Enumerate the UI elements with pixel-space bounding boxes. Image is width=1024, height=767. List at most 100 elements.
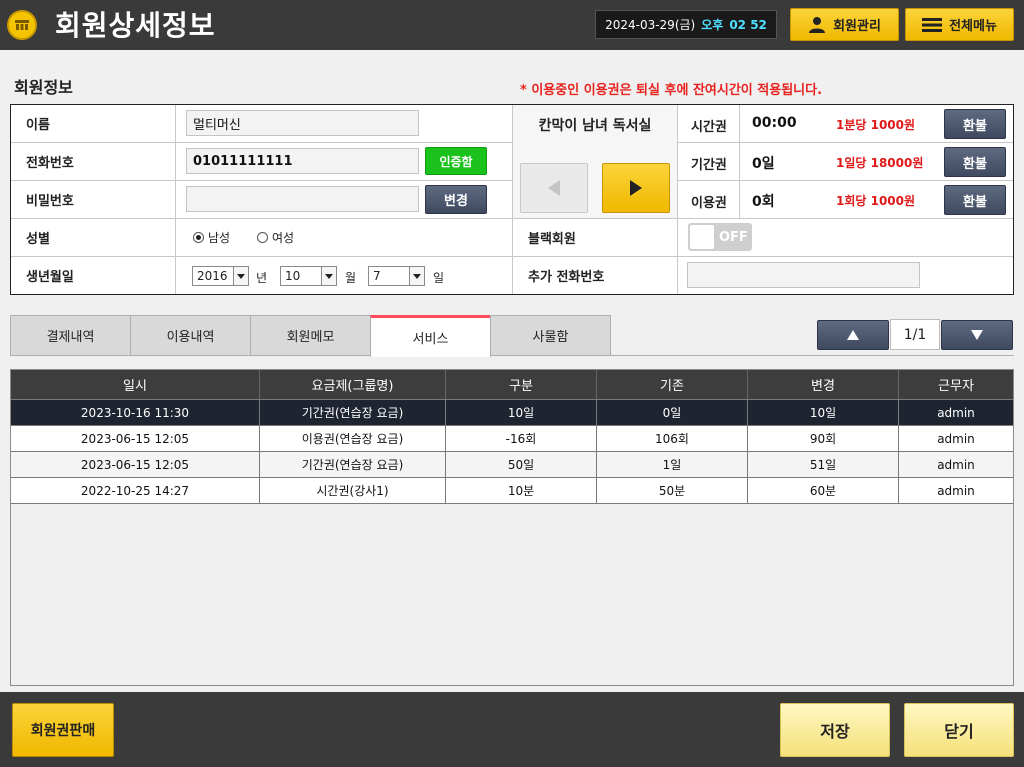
close-button[interactable]: 닫기 bbox=[904, 703, 1014, 757]
password-field[interactable] bbox=[186, 186, 419, 212]
member-management-label: 회원관리 bbox=[833, 19, 881, 34]
table-row[interactable]: 2023-06-15 12:05 이용권(연습장 요금) -16회 106회 9… bbox=[11, 426, 1013, 452]
password-label: 비밀번호 bbox=[11, 181, 175, 218]
name-label: 이름 bbox=[11, 105, 175, 142]
table-cell: 50분 bbox=[597, 478, 748, 503]
table-cell: 50일 bbox=[446, 452, 597, 477]
table-cell: 1일 bbox=[597, 452, 748, 477]
ticket-period-value: 0일 bbox=[752, 156, 775, 172]
hamburger-icon bbox=[922, 17, 943, 32]
tab-payment-history[interactable]: 결제내역 bbox=[10, 315, 131, 356]
table-cell: 90회 bbox=[748, 426, 899, 451]
table-row[interactable]: 2022-10-25 14:27 시간권(강사1) 10분 50분 60분 ad… bbox=[11, 478, 1013, 504]
toggle-knob bbox=[690, 225, 714, 249]
verify-button[interactable]: 인증함 bbox=[425, 147, 487, 175]
chevron-down-icon bbox=[409, 267, 424, 285]
table-cell: 0일 bbox=[597, 400, 748, 425]
arrow-right-icon bbox=[630, 180, 642, 196]
column-header[interactable]: 변경 bbox=[748, 370, 899, 399]
prev-room-button[interactable] bbox=[520, 163, 588, 213]
all-menu-button[interactable]: 전체메뉴 bbox=[905, 8, 1014, 41]
ticket-usage-price: 1회당 1000원 bbox=[836, 194, 916, 208]
table-row[interactable]: 2023-10-16 11:30 기간권(연습장 요금) 10일 0일 10일 … bbox=[11, 400, 1013, 426]
clock-time: 02 52 bbox=[729, 17, 767, 32]
birth-day-unit: 일 bbox=[433, 271, 445, 285]
birth-year-unit: 년 bbox=[256, 271, 268, 285]
table-cell: 10일 bbox=[748, 400, 899, 425]
column-header[interactable]: 구분 bbox=[446, 370, 597, 399]
page-indicator: 1/1 bbox=[890, 319, 940, 350]
sell-membership-button[interactable]: 회원권판매 bbox=[12, 703, 114, 757]
ticket-usage-value: 0회 bbox=[752, 194, 775, 210]
birth-year-select[interactable]: 2016 bbox=[192, 266, 249, 286]
column-header[interactable]: 기존 bbox=[597, 370, 748, 399]
blacklist-toggle[interactable]: OFF bbox=[688, 223, 752, 251]
phone-field[interactable]: 01011111111 bbox=[186, 148, 419, 174]
birth-month-value: 10 bbox=[285, 269, 301, 283]
arrow-down-icon bbox=[971, 330, 983, 340]
page-title: 회원상세정보 bbox=[55, 9, 216, 42]
page-down-button[interactable] bbox=[941, 320, 1013, 350]
all-menu-label: 전체메뉴 bbox=[949, 19, 997, 34]
clock-date: 2024-03-29(금) bbox=[605, 18, 696, 32]
arrow-up-icon bbox=[847, 330, 859, 340]
person-icon bbox=[809, 16, 826, 33]
tab-locker[interactable]: 사물함 bbox=[490, 315, 611, 356]
gender-male-label: 남성 bbox=[208, 231, 231, 245]
member-info-panel: 이름 전화번호 비밀번호 성별 생년월일 멀티머신 01011111111 인증… bbox=[10, 104, 1014, 295]
divider bbox=[175, 105, 176, 294]
table-cell: 기간권(연습장 요금) bbox=[260, 400, 446, 425]
blacklist-label: 블랙회원 bbox=[513, 219, 677, 256]
table-cell: -16회 bbox=[446, 426, 597, 451]
extra-phone-field[interactable] bbox=[687, 262, 920, 288]
gender-male-radio[interactable]: 남성 bbox=[193, 229, 230, 246]
column-header[interactable]: 근무자 bbox=[899, 370, 1013, 399]
gender-female-radio[interactable]: 여성 bbox=[257, 229, 294, 246]
table-cell: 시간권(강사1) bbox=[260, 478, 446, 503]
table-cell: 기간권(연습장 요금) bbox=[260, 452, 446, 477]
next-room-button[interactable] bbox=[602, 163, 670, 213]
refund-time-button[interactable]: 환불 bbox=[944, 109, 1006, 139]
table-header: 일시 요금제(그룹명) 구분 기존 변경 근무자 bbox=[11, 370, 1013, 400]
tab-service[interactable]: 서비스 bbox=[370, 315, 491, 357]
table-cell: 51일 bbox=[748, 452, 899, 477]
coin-logo-icon bbox=[7, 10, 37, 40]
ticket-usage-name: 이용권 bbox=[691, 196, 727, 211]
clock-ampm: 오후 bbox=[701, 18, 724, 32]
change-password-button[interactable]: 변경 bbox=[425, 185, 487, 214]
birth-day-value: 7 bbox=[373, 269, 381, 283]
name-field[interactable]: 멀티머신 bbox=[186, 110, 419, 136]
divider bbox=[739, 105, 740, 218]
column-header[interactable]: 일시 bbox=[11, 370, 260, 399]
ticket-period-name: 기간권 bbox=[691, 158, 727, 173]
ticket-time-name: 시간권 bbox=[691, 120, 727, 135]
radio-unchecked-icon bbox=[257, 232, 268, 243]
member-management-button[interactable]: 회원관리 bbox=[790, 8, 899, 41]
column-header[interactable]: 요금제(그룹명) bbox=[260, 370, 446, 399]
refund-usage-button[interactable]: 환불 bbox=[944, 185, 1006, 215]
extra-phone-label: 추가 전화번호 bbox=[513, 257, 677, 294]
tab-member-memo[interactable]: 회원메모 bbox=[250, 315, 371, 356]
table-row[interactable]: 2023-06-15 12:05 기간권(연습장 요금) 50일 1일 51일 … bbox=[11, 452, 1013, 478]
refund-period-button[interactable]: 환불 bbox=[944, 147, 1006, 177]
table-cell: 60분 bbox=[748, 478, 899, 503]
birth-month-unit: 월 bbox=[345, 271, 357, 285]
save-button[interactable]: 저장 bbox=[780, 703, 890, 757]
radio-checked-icon bbox=[193, 232, 204, 243]
birth-day-select[interactable]: 7 bbox=[368, 266, 425, 286]
ticket-period-price: 1일당 18000원 bbox=[836, 156, 924, 170]
table-cell: 2023-10-16 11:30 bbox=[11, 400, 260, 425]
ticket-time-value: 00:00 bbox=[752, 115, 797, 131]
page-up-button[interactable] bbox=[817, 320, 889, 350]
table-cell: 2023-06-15 12:05 bbox=[11, 452, 260, 477]
table-cell: admin bbox=[937, 405, 975, 420]
birth-month-select[interactable]: 10 bbox=[280, 266, 337, 286]
table-cell: admin bbox=[937, 483, 975, 498]
phone-label: 전화번호 bbox=[11, 143, 175, 180]
arrow-left-icon bbox=[548, 180, 560, 196]
toggle-state: OFF bbox=[719, 229, 748, 245]
table-cell: admin bbox=[937, 457, 975, 472]
member-info-title: 회원정보 bbox=[14, 78, 73, 97]
notice-text: * 이용중인 이용권은 퇴실 후에 잔여시간이 적용됩니다. bbox=[520, 83, 823, 98]
tab-usage-history[interactable]: 이용내역 bbox=[130, 315, 251, 356]
